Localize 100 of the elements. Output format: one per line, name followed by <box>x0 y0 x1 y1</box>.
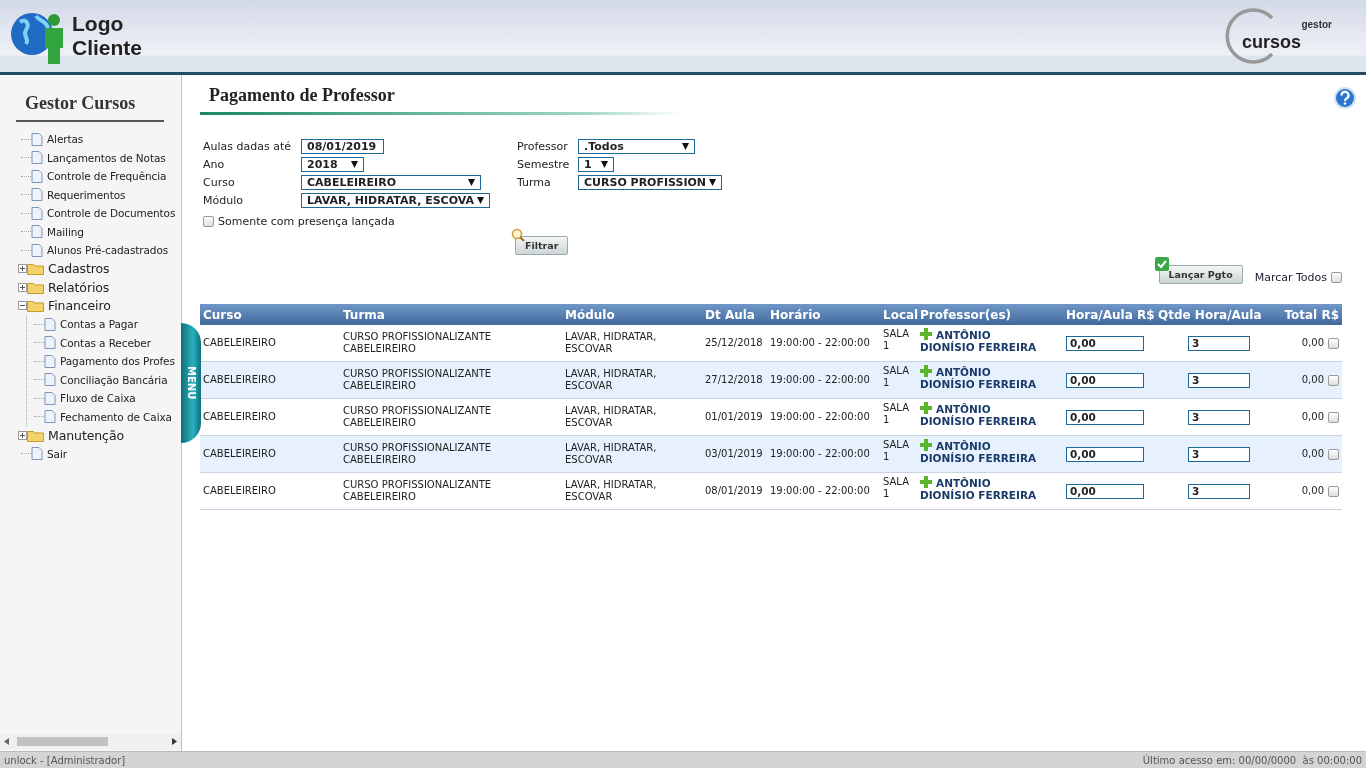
expand-icon[interactable] <box>18 430 27 440</box>
plus-icon[interactable] <box>920 328 932 340</box>
menu-item[interactable]: Mailing <box>47 225 84 238</box>
table-cell: SALA 1 <box>880 435 917 473</box>
menu-folder[interactable]: Cadastros <box>48 261 110 277</box>
table-cell: 19:00:00 - 22:00:00 <box>767 325 880 362</box>
checkbox[interactable] <box>1328 485 1339 497</box>
quantity-input[interactable]: 3 <box>1188 483 1250 499</box>
menu-item[interactable]: Sair <box>47 447 67 460</box>
checkbox[interactable] <box>1328 337 1339 349</box>
table-cell: 03/01/2019 <box>702 435 767 473</box>
checkbox[interactable] <box>1331 272 1342 283</box>
table-cell: LAVAR, HIDRATAR, ESCOVAR <box>562 325 702 362</box>
menu-item[interactable]: Controle de Documentos <box>47 207 176 220</box>
table-cell: CABELEIREIRO <box>200 398 340 436</box>
menu-item[interactable]: Lançamentos de Notas <box>47 151 166 164</box>
plus-icon[interactable] <box>920 365 932 377</box>
caret-icon <box>351 160 358 168</box>
page-icon <box>44 317 56 331</box>
page-icon <box>31 225 43 239</box>
total-value: 0,00 <box>1301 485 1324 497</box>
table-cell: 19:00:00 - 22:00:00 <box>767 435 880 473</box>
quantity-input[interactable]: 3 <box>1188 409 1250 425</box>
collapse-icon[interactable] <box>18 301 27 311</box>
page-icon <box>44 410 56 424</box>
menu-folder[interactable]: Financeiro <box>48 298 111 314</box>
table-cell: LAVAR, HIDRATAR, ESCOVAR <box>562 361 702 399</box>
column-header: Curso <box>200 304 340 325</box>
rate-input[interactable]: 0,00 <box>1066 483 1144 499</box>
menu-item[interactable]: Controle de Frequência <box>47 170 167 183</box>
expand-icon[interactable] <box>18 282 27 292</box>
checkbox[interactable] <box>1328 448 1339 460</box>
field-label: Ano <box>203 157 226 171</box>
menu-item[interactable]: Requerimentos <box>47 188 126 201</box>
magnifier-icon <box>511 228 525 242</box>
menu-item[interactable]: Alunos Pré-cadastrados <box>47 244 169 257</box>
rate-input[interactable]: 0,00 <box>1066 335 1144 351</box>
page-icon <box>31 132 43 146</box>
checkbox-label: Marcar Todos <box>1254 271 1327 284</box>
quantity-input[interactable]: 3 <box>1188 335 1250 351</box>
menu-item[interactable]: Fluxo de Caixa <box>60 392 136 405</box>
field-label: Turma <box>517 175 552 189</box>
menu-item[interactable]: Alertas <box>47 133 84 146</box>
checkbox-label: Somente com presença lançada <box>218 215 395 228</box>
table-cell: LAVAR, HIDRATAR, ESCOVAR <box>562 472 702 510</box>
checkbox[interactable] <box>1328 411 1339 423</box>
menu-item[interactable]: Conciliação Bancária <box>60 373 168 386</box>
expand-icon[interactable] <box>18 264 27 274</box>
column-header: Dt Aula <box>702 304 767 325</box>
dropdown[interactable]: .Todos <box>578 138 695 154</box>
horizontal-scrollbar[interactable] <box>0 734 181 749</box>
menu-item[interactable]: Contas a Receber <box>60 336 151 349</box>
menu-item[interactable]: Contas a Pagar <box>60 318 138 331</box>
folder-icon <box>27 299 44 313</box>
table-cell: CABELEIREIRO <box>200 472 340 510</box>
page-icon <box>44 373 56 387</box>
table-cell: CURSO PROFISSIONALIZANTE CABELEIREIRO <box>340 325 562 362</box>
scroll-right-icon[interactable] <box>172 738 177 745</box>
menu-item[interactable]: Pagamento dos Profes <box>60 355 175 368</box>
dropdown[interactable]: CABELEIREIRO <box>301 174 481 190</box>
plus-icon[interactable] <box>920 439 932 451</box>
page-icon <box>31 169 43 183</box>
date-field[interactable]: 08/01/2019 <box>301 138 384 154</box>
checkbox[interactable] <box>1328 374 1339 386</box>
total-value: 0,00 <box>1301 448 1324 460</box>
page-icon <box>44 354 56 368</box>
table-cell: 27/12/2018 <box>702 361 767 399</box>
table-cell: CURSO PROFISSIONALIZANTE CABELEIREIRO <box>340 435 562 473</box>
scroll-left-icon[interactable] <box>4 738 9 745</box>
menu-folder[interactable]: Relatórios <box>48 279 110 295</box>
help-icon[interactable] <box>1334 87 1356 109</box>
launch-payment-button[interactable]: Lançar Pgto <box>1158 265 1243 284</box>
page-icon <box>31 188 43 202</box>
folder-icon <box>27 428 44 442</box>
dropdown[interactable]: 1 <box>578 156 614 172</box>
rate-input[interactable]: 0,00 <box>1066 409 1144 425</box>
total-value: 0,00 <box>1301 374 1324 386</box>
table-cell: CURSO PROFISSIONALIZANTE CABELEIREIRO <box>340 361 562 399</box>
quantity-input[interactable]: 3 <box>1188 372 1250 388</box>
menu-item[interactable]: Fechamento de Caixa <box>60 410 172 423</box>
folder-icon <box>27 262 44 276</box>
plus-icon[interactable] <box>920 402 932 414</box>
field-label: Semestre <box>517 157 571 171</box>
page-icon <box>44 336 56 350</box>
dropdown[interactable]: 2018 <box>301 156 364 172</box>
professor-name: ANTÔNIO DIONÍSIO FERREIRA <box>920 476 1038 501</box>
professor-name: ANTÔNIO DIONÍSIO FERREIRA <box>920 365 1038 390</box>
field-label: Aulas dadas até <box>203 139 293 153</box>
caret-icon <box>468 178 475 186</box>
rate-input[interactable]: 0,00 <box>1066 446 1144 462</box>
checkbox[interactable] <box>203 216 214 227</box>
menu-folder[interactable]: Manutenção <box>48 427 124 443</box>
plus-icon[interactable] <box>920 476 932 488</box>
dropdown[interactable]: CURSO PROFISSION <box>578 174 723 190</box>
rate-input[interactable]: 0,00 <box>1066 372 1144 388</box>
total-value: 0,00 <box>1301 411 1324 423</box>
quantity-input[interactable]: 3 <box>1188 446 1250 462</box>
dropdown[interactable]: LAVAR, HIDRATAR, ESCOVA <box>301 192 490 208</box>
table-cell: 19:00:00 - 22:00:00 <box>767 398 880 436</box>
filter-button[interactable]: Filtrar <box>515 236 569 255</box>
